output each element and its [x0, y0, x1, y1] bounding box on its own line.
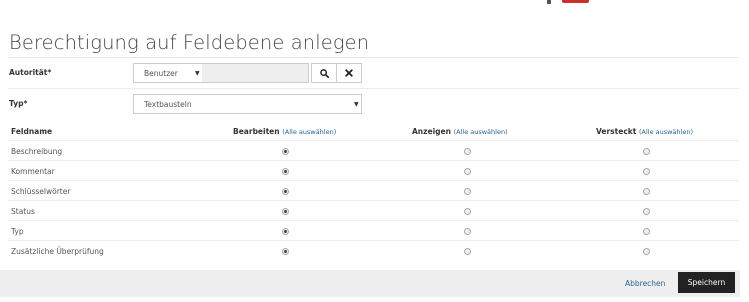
radio-edit[interactable] [282, 248, 289, 255]
column-header-edit: Bearbeiten (Alle auswählen) [233, 127, 336, 136]
column-header-view: Anzeigen (Alle auswählen) [412, 127, 508, 136]
type-select[interactable]: Textbausteln ▼ [133, 94, 362, 114]
authority-input[interactable] [202, 63, 309, 83]
top-header-fragment [0, 0, 749, 6]
chevron-down-icon: ▼ [195, 70, 200, 77]
radio-hidden[interactable] [643, 168, 650, 175]
radio-edit[interactable] [282, 168, 289, 175]
field-name: Schlüsselwörter [11, 187, 71, 196]
page-title: Berechtigung auf Feldebene anlegen [9, 31, 370, 54]
radio-edit[interactable] [282, 188, 289, 195]
radio-view[interactable] [464, 228, 471, 235]
type-select-value: Textbausteln [144, 100, 192, 109]
row-divider [8, 160, 739, 161]
radio-hidden[interactable] [643, 248, 650, 255]
row-divider [8, 200, 739, 201]
column-header-field: Feldname [11, 127, 52, 136]
row-divider [8, 180, 739, 181]
column-header-hidden-label: Versteckt [596, 127, 637, 136]
column-header-hidden: Versteckt (Alle auswählen) [596, 127, 693, 136]
close-icon [345, 69, 353, 77]
save-button[interactable]: Speichern [678, 272, 735, 293]
row-divider [8, 220, 739, 221]
radio-view[interactable] [464, 248, 471, 255]
select-all-hidden-link[interactable]: (Alle auswählen) [639, 128, 693, 136]
header-badge-fragment [562, 0, 589, 3]
cancel-button[interactable]: Abbrechen [625, 279, 665, 288]
header-icon-fragment [547, 0, 551, 4]
radio-edit[interactable] [282, 148, 289, 155]
field-name: Zusätzliche Überprüfung [11, 247, 104, 256]
radio-view[interactable] [464, 188, 471, 195]
field-name: Status [11, 207, 35, 216]
radio-view[interactable] [464, 168, 471, 175]
authority-type-value: Benutzer [144, 69, 178, 78]
chevron-down-icon: ▼ [354, 101, 359, 108]
authority-label: Autorität* [9, 68, 52, 77]
authority-search-button[interactable] [311, 63, 337, 83]
radio-hidden[interactable] [643, 188, 650, 195]
radio-hidden[interactable] [643, 208, 650, 215]
radio-hidden[interactable] [643, 228, 650, 235]
column-header-field-label: Feldname [11, 127, 53, 136]
field-name: Typ [11, 227, 24, 236]
table-header-divider [8, 140, 739, 141]
row-divider [8, 240, 739, 241]
column-header-edit-label: Bearbeiten [233, 127, 280, 136]
authority-clear-button[interactable] [336, 63, 362, 83]
select-all-edit-link[interactable]: (Alle auswählen) [282, 128, 336, 136]
column-header-view-label: Anzeigen [412, 127, 451, 136]
search-icon [319, 68, 329, 78]
radio-edit[interactable] [282, 208, 289, 215]
radio-view[interactable] [464, 208, 471, 215]
radio-view[interactable] [464, 148, 471, 155]
title-divider [8, 57, 739, 58]
radio-hidden[interactable] [643, 148, 650, 155]
authority-type-select[interactable]: Benutzer ▼ [133, 63, 203, 83]
type-label: Typ* [9, 99, 28, 108]
select-all-view-link[interactable]: (Alle auswählen) [454, 128, 508, 136]
radio-edit[interactable] [282, 228, 289, 235]
form-divider [8, 88, 739, 89]
field-name: Kommentar [11, 167, 55, 176]
field-name: Beschreibung [11, 147, 63, 156]
